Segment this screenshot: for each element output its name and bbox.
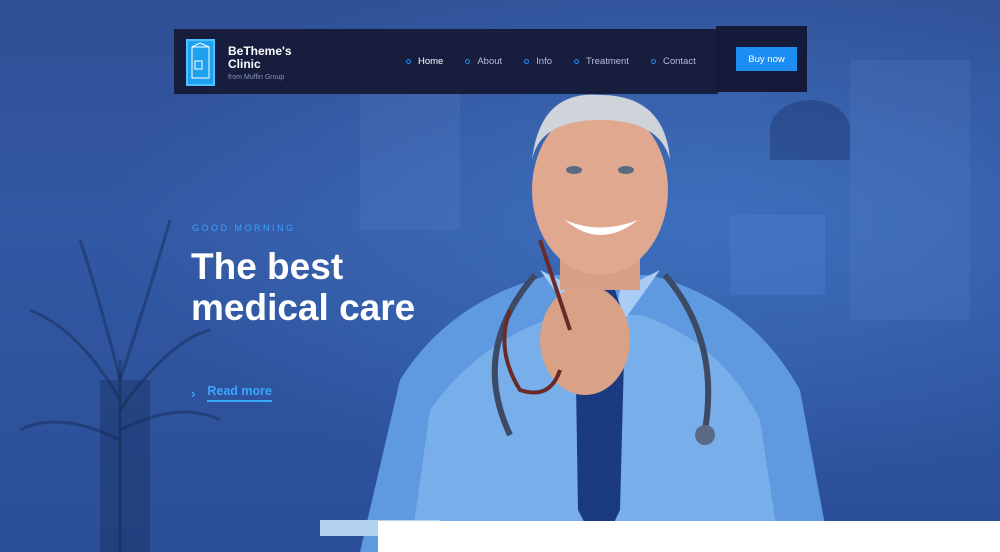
nav-item-contact[interactable]: Contact [650,56,696,67]
nav-item-label: Info [536,56,553,67]
headline-line-2: medical care [191,287,416,328]
background-plant [20,219,220,552]
bullet-icon [574,59,580,64]
nav-item-label: About [477,56,503,67]
brand-tagline: from Muffin Group [228,74,285,81]
bullet-icon [465,59,471,64]
read-more-link[interactable]: › Read more [191,384,272,402]
chevron-right-icon: › [191,385,196,401]
building-icon[interactable] [186,39,215,86]
headline-line-1: The best [191,246,344,287]
background-window [850,60,970,320]
nav-item-treatment[interactable]: Treatment [574,56,629,67]
buy-now-button[interactable]: Buy now [736,47,797,71]
nav-item-label: Home [418,56,444,67]
bullet-icon [406,59,411,64]
content-panel-edge [378,521,1000,552]
brand-name[interactable]: BeTheme's Clinic [228,45,308,71]
nav-item-label: Treatment [586,56,629,67]
nav-item-label: Contact [662,56,696,67]
hero-headline: The best medical care [191,246,415,328]
main-navbar: BeTheme's Clinic from Muffin Group Home … [174,29,718,94]
nav-item-info[interactable]: Info [524,56,552,67]
nav-item-about[interactable]: About [465,56,502,67]
main-menu: Home About Info Treatment Contact [406,56,718,67]
bullet-icon [524,59,530,64]
buy-now-container: Buy now [716,26,807,92]
hero-eyebrow: GOOD MORNING [192,223,296,233]
read-more-label: Read more [207,384,272,402]
nav-item-home[interactable]: Home [406,56,443,67]
bullet-icon [650,59,656,64]
